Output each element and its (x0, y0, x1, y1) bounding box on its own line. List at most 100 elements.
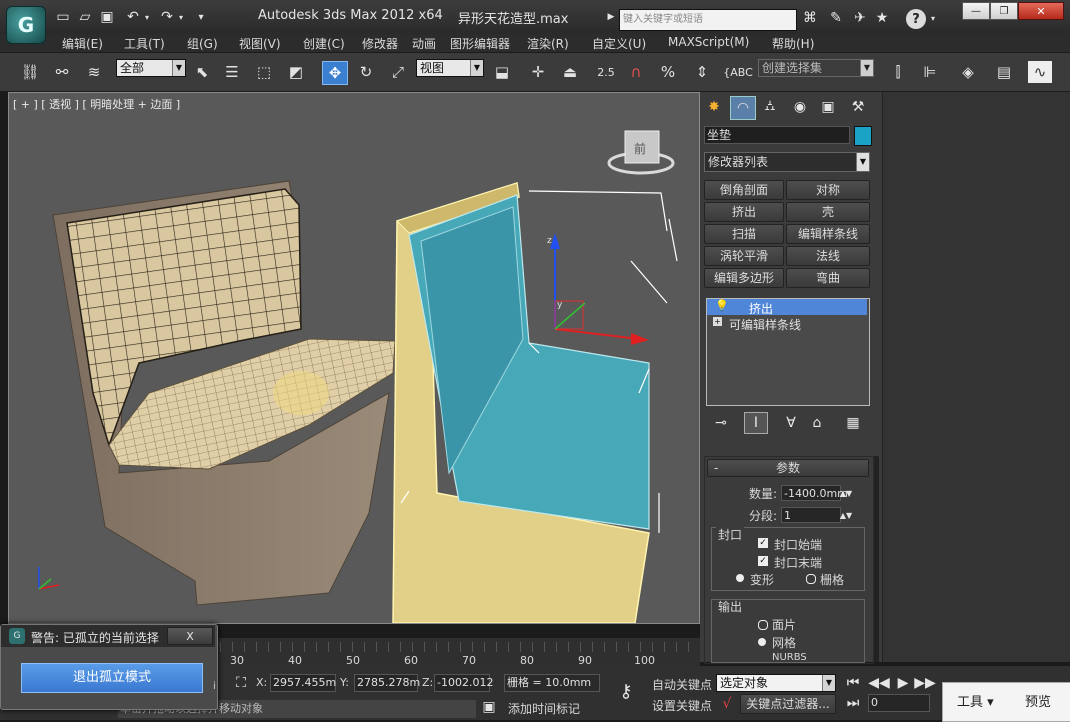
exit-isolation-button[interactable]: 退出孤立模式 (21, 663, 203, 693)
rectangular-selection-icon[interactable]: ⬚ (252, 61, 276, 83)
quick-access-dropdown-icon[interactable]: ▾ (194, 10, 208, 24)
curve-editor-icon[interactable]: ∿ (1028, 61, 1052, 83)
modifier-stack[interactable]: 💡 挤出 + 可编辑样条线 (706, 298, 870, 406)
layer-manager-icon[interactable]: ◈ (956, 61, 980, 83)
perspective-viewport[interactable]: [ + ] [ 透视 ] [ 明暗处理 + 边面 ] y z 前 (8, 92, 700, 624)
pin-stack-icon[interactable]: ⊸ (710, 414, 732, 432)
select-and-move-icon[interactable]: ✥ (322, 61, 348, 85)
align-icon[interactable]: ⊫ (918, 61, 942, 83)
save-icon[interactable]: ▣ (98, 9, 116, 25)
expand-plus-icon[interactable]: + (713, 317, 722, 326)
menu-graph-editors[interactable]: 图形编辑器 (450, 35, 510, 52)
segments-spinner-icon[interactable]: ▲▼ (840, 507, 852, 523)
configure-modifier-sets-icon[interactable]: ▦ (842, 414, 864, 432)
menu-animation[interactable]: 动画 (412, 35, 436, 52)
select-by-name-icon[interactable]: ☰ (220, 61, 244, 83)
angle-snap-icon[interactable]: ∩ (624, 61, 648, 83)
timeline-track[interactable] (220, 642, 696, 652)
mirror-icon[interactable]: ⫿ (886, 61, 910, 83)
modifier-button-turbosmooth[interactable]: 涡轮平滑 (704, 246, 784, 266)
select-manipulate-icon[interactable]: ✛ (526, 61, 550, 83)
cap-start-checkbox[interactable]: ✓ (758, 538, 768, 548)
command-panel-scrollbar[interactable] (874, 456, 879, 662)
key-mode-dropdown[interactable]: 选定对象 ▼ (716, 674, 836, 692)
next-frame-icon[interactable]: ▶▶ (914, 674, 936, 692)
stack-item-editable-spline[interactable]: + 可编辑样条线 (707, 315, 867, 332)
undo-icon[interactable]: ↶ (124, 9, 142, 25)
modifier-button-edit-poly[interactable]: 编辑多边形 (704, 268, 784, 288)
restore-icon[interactable]: ❐ (990, 2, 1018, 20)
amount-spinner-icon[interactable]: ▲▼ (840, 485, 852, 501)
help-dropdown-icon[interactable]: ▾ (928, 13, 938, 23)
spinner-snap-icon[interactable]: ⇕ (690, 61, 714, 83)
current-frame-input[interactable]: 0 (868, 694, 930, 712)
mesh-radio[interactable] (758, 638, 766, 646)
add-time-tag[interactable]: 添加时间标记 (508, 700, 580, 717)
amount-input[interactable]: -1400.0mm (781, 485, 848, 501)
auto-key-button[interactable]: 自动关键点 (652, 676, 712, 693)
open-file-icon[interactable]: ▱ (76, 9, 94, 25)
new-file-icon[interactable]: ▭ (54, 9, 72, 25)
graphite-ribbon-icon[interactable]: ▤ (992, 61, 1016, 83)
snaps-toggle-icon[interactable]: 2.5 (594, 61, 618, 83)
motion-tab-icon[interactable]: ◉ (788, 96, 812, 118)
bind-spacewarp-icon[interactable]: ≋ (82, 61, 106, 83)
window-crossing-icon[interactable]: ◩ (284, 61, 308, 83)
y-coordinate-input[interactable]: 2785.278m (354, 674, 420, 692)
display-tab-icon[interactable]: ▣ (816, 96, 840, 118)
stack-item-extrude[interactable]: 💡 挤出 (707, 299, 867, 316)
modifier-button-bevel-profile[interactable]: 倒角剖面 (704, 180, 784, 200)
utilities-tab-icon[interactable]: ⚒ (846, 96, 870, 118)
tools-menu-button[interactable]: 工具 ▾ (957, 691, 994, 710)
gizmo-x-axis[interactable] (554, 328, 640, 340)
show-end-result-icon[interactable]: Ⅰ (744, 412, 768, 434)
make-unique-icon[interactable]: ∀ (780, 414, 802, 432)
minimize-icon[interactable]: — (962, 2, 990, 20)
menu-views[interactable]: 视图(V) (239, 35, 281, 52)
undo-dropdown-icon[interactable]: ▾ (142, 12, 152, 22)
object-name-field[interactable]: 坐垫 (704, 126, 850, 144)
modifier-button-normal[interactable]: 法线 (786, 246, 870, 266)
modifier-button-shell[interactable]: 壳 (786, 202, 870, 222)
key-filters-button[interactable]: 关键点过滤器... (740, 694, 836, 714)
close-window-icon[interactable]: ✕ (1018, 2, 1064, 20)
subscription-icon[interactable]: ✈ (850, 9, 870, 27)
modify-tab-icon[interactable]: ◠ (730, 96, 756, 120)
modifier-button-extrude[interactable]: 挤出 (704, 202, 784, 222)
key-mode-icon[interactable]: ⏭ (842, 694, 864, 712)
menu-rendering[interactable]: 渲染(R) (527, 35, 569, 52)
isolate-dialog-header[interactable]: G 警告: 已孤立的当前选择 X (1, 625, 215, 647)
search-expand-icon[interactable]: ▶ (606, 10, 616, 24)
select-and-rotate-icon[interactable]: ↻ (354, 61, 378, 83)
pivot-center-icon[interactable]: ⬓ (490, 61, 514, 83)
key-icon[interactable]: ⚷ (612, 680, 640, 702)
menu-customize[interactable]: 自定义(U) (592, 35, 646, 52)
x-coordinate-input[interactable]: 2957.455m (270, 674, 336, 692)
reference-coordinate-dropdown[interactable]: 视图 ▼ (416, 59, 484, 77)
z-coordinate-input[interactable]: -1002.012 (434, 674, 493, 692)
morph-radio[interactable] (736, 574, 744, 582)
patch-radio[interactable] (758, 620, 768, 630)
named-selection-dropdown[interactable]: 创建选择集 ▼ (758, 59, 874, 77)
keyboard-shortcut-override-icon[interactable]: ⏏ (558, 61, 582, 83)
parameters-rollout-header[interactable]: - 参数 (707, 459, 869, 477)
menu-group[interactable]: 组(G) (187, 35, 218, 52)
wrench-icon[interactable]: ✎ (826, 9, 846, 27)
modifier-button-edit-spline[interactable]: 编辑样条线 (786, 224, 870, 244)
percent-snap-icon[interactable]: % (656, 61, 680, 83)
select-and-scale-icon[interactable]: ⤢ (386, 61, 410, 83)
modifier-list-dropdown[interactable]: 修改器列表 ▼ (704, 152, 870, 172)
unlink-icon[interactable]: ⚯ (50, 61, 74, 83)
favorites-star-icon[interactable]: ★ (872, 9, 892, 27)
hierarchy-tab-icon[interactable]: ⛼ (758, 96, 782, 118)
modifier-button-symmetry[interactable]: 对称 (786, 180, 870, 200)
menu-modifiers[interactable]: 修改器 (362, 35, 398, 52)
select-object-icon[interactable]: ⬉ (190, 61, 214, 83)
app-logo-icon[interactable]: G (6, 6, 46, 44)
grid-radio[interactable] (806, 574, 816, 584)
menu-tools[interactable]: 工具(T) (124, 35, 165, 52)
object-color-swatch[interactable] (854, 126, 872, 146)
previous-frame-icon[interactable]: ◀◀ (868, 674, 890, 692)
cap-end-checkbox[interactable]: ✓ (758, 556, 768, 566)
selection-lock-icon[interactable]: ⛶ (232, 674, 250, 692)
